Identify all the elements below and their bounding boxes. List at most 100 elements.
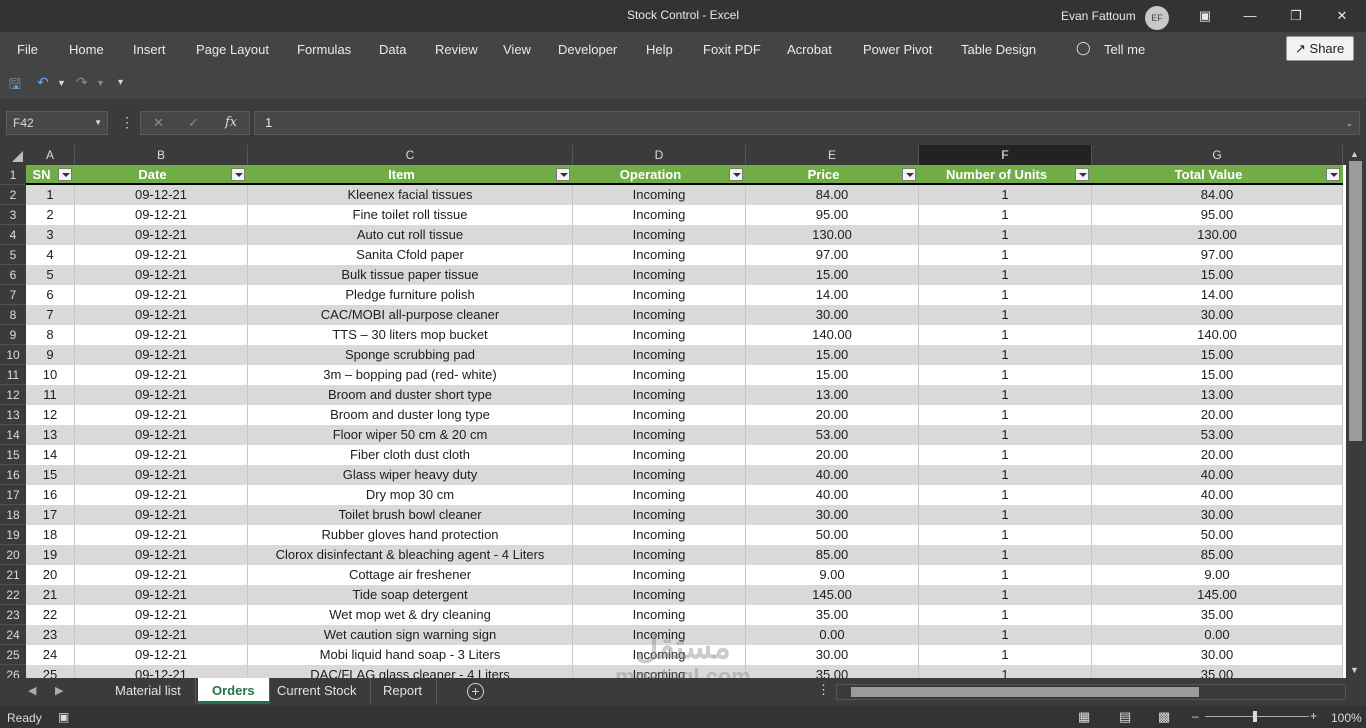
table-cell[interactable]: 09-12-21	[75, 305, 248, 325]
table-cell[interactable]: 4	[26, 245, 75, 265]
table-cell[interactable]: 1	[919, 305, 1092, 325]
table-cell[interactable]: 20.00	[746, 445, 919, 465]
table-cell[interactable]: 9.00	[746, 565, 919, 585]
chevron-down-icon[interactable]: ▼	[94, 112, 102, 134]
table-cell[interactable]: 1	[919, 345, 1092, 365]
table-cell[interactable]: Sanita Cfold paper	[248, 245, 573, 265]
row-header[interactable]: 6	[0, 265, 26, 285]
table-cell[interactable]: 12	[26, 405, 75, 425]
table-cell[interactable]: 14	[26, 445, 75, 465]
table-cell[interactable]: 09-12-21	[75, 525, 248, 545]
table-cell[interactable]: 09-12-21	[75, 325, 248, 345]
table-cell[interactable]: 53.00	[1092, 425, 1343, 445]
share-button[interactable]: ↗ Share	[1286, 36, 1354, 61]
column-header-g[interactable]: G	[1092, 145, 1343, 165]
table-cell[interactable]: 0.00	[1092, 625, 1343, 645]
filter-dropdown-icon[interactable]	[231, 168, 245, 181]
table-cell[interactable]: 09-12-21	[75, 505, 248, 525]
table-cell[interactable]: 15.00	[1092, 265, 1343, 285]
add-sheet-button[interactable]: +	[467, 683, 484, 700]
table-cell[interactable]: 1	[919, 265, 1092, 285]
table-cell[interactable]: 1	[919, 485, 1092, 505]
table-cell[interactable]: Incoming	[573, 265, 746, 285]
table-cell[interactable]: 145.00	[1092, 585, 1343, 605]
table-cell[interactable]: 53.00	[746, 425, 919, 445]
row-header[interactable]: 23	[0, 605, 26, 625]
table-cell[interactable]: Bulk tissue paper tissue	[248, 265, 573, 285]
row-header[interactable]: 17	[0, 485, 26, 505]
table-cell[interactable]: 09-12-21	[75, 665, 248, 678]
table-cell[interactable]: Incoming	[573, 525, 746, 545]
avatar[interactable]: EF	[1145, 6, 1169, 30]
enter-icon[interactable]: ✓	[188, 115, 199, 131]
table-cell[interactable]: 0.00	[746, 625, 919, 645]
normal-view-icon[interactable]: ▦	[1078, 709, 1090, 725]
table-cell[interactable]: 09-12-21	[75, 645, 248, 665]
formula-input[interactable]: 1 ⌄	[254, 111, 1360, 135]
row-header[interactable]: 16	[0, 465, 26, 485]
row-header[interactable]: 26	[0, 665, 26, 678]
table-header-cell[interactable]: Operation	[573, 165, 728, 184]
table-cell[interactable]: 6	[26, 285, 75, 305]
table-cell[interactable]: 09-12-21	[75, 545, 248, 565]
table-cell[interactable]: 09-12-21	[75, 285, 248, 305]
table-cell[interactable]: 1	[919, 545, 1092, 565]
table-cell[interactable]: 97.00	[746, 245, 919, 265]
scroll-thumb[interactable]	[1349, 161, 1362, 441]
sheet-tab-current-stock[interactable]: Current Stock	[263, 678, 372, 704]
table-header-cell[interactable]: SN	[26, 165, 57, 184]
table-cell[interactable]: Incoming	[573, 365, 746, 385]
filter-dropdown-icon[interactable]	[902, 168, 916, 181]
row-header[interactable]: 7	[0, 285, 26, 305]
table-cell[interactable]: 16	[26, 485, 75, 505]
table-cell[interactable]: Incoming	[573, 305, 746, 325]
cancel-icon[interactable]: ✕	[153, 115, 164, 131]
table-cell[interactable]: 40.00	[746, 485, 919, 505]
more-options-icon[interactable]: ⋮	[120, 114, 134, 131]
column-header-c[interactable]: C	[248, 145, 573, 165]
table-cell[interactable]: Clorox disinfectant & bleaching agent - …	[248, 545, 573, 565]
table-cell[interactable]: 20	[26, 565, 75, 585]
table-cell[interactable]: Glass wiper heavy duty	[248, 465, 573, 485]
table-cell[interactable]: 2	[26, 205, 75, 225]
table-cell[interactable]: Broom and duster short type	[248, 385, 573, 405]
zoom-out-icon[interactable]: –	[1192, 709, 1199, 723]
row-header[interactable]: 2	[0, 185, 26, 205]
row-header[interactable]: 12	[0, 385, 26, 405]
table-cell[interactable]: 15.00	[746, 365, 919, 385]
ribbon-tab-insert[interactable]: Insert	[133, 42, 166, 57]
table-cell[interactable]: Incoming	[573, 185, 746, 205]
table-cell[interactable]: 1	[919, 525, 1092, 545]
sheet-tab-orders[interactable]: Orders	[198, 678, 270, 704]
table-cell[interactable]: Incoming	[573, 345, 746, 365]
table-cell[interactable]: Broom and duster long type	[248, 405, 573, 425]
row-header[interactable]: 1	[0, 165, 26, 185]
row-header[interactable]: 24	[0, 625, 26, 645]
table-cell[interactable]: 1	[919, 445, 1092, 465]
table-cell[interactable]: Incoming	[573, 585, 746, 605]
table-cell[interactable]: 40.00	[1092, 485, 1343, 505]
table-cell[interactable]: Dry mop 30 cm	[248, 485, 573, 505]
restore-icon[interactable]: ❐	[1281, 4, 1311, 28]
row-header[interactable]: 22	[0, 585, 26, 605]
undo-dropdown-icon[interactable]: ▼	[57, 78, 66, 88]
table-cell[interactable]: 130.00	[746, 225, 919, 245]
column-header-e[interactable]: E	[746, 145, 919, 165]
ribbon-tab-page-layout[interactable]: Page Layout	[196, 42, 269, 57]
table-cell[interactable]: Incoming	[573, 485, 746, 505]
table-cell[interactable]: 97.00	[1092, 245, 1343, 265]
table-cell[interactable]: 11	[26, 385, 75, 405]
sheet-tab-material-list[interactable]: Material list	[101, 678, 196, 704]
table-cell[interactable]: 25	[26, 665, 75, 678]
hscroll-thumb[interactable]	[851, 687, 1199, 697]
filter-dropdown-icon[interactable]	[58, 168, 72, 181]
column-header-f[interactable]: F	[919, 145, 1092, 165]
table-cell[interactable]: 09-12-21	[75, 605, 248, 625]
table-cell[interactable]: 5	[26, 265, 75, 285]
zoom-slider-knob[interactable]	[1253, 711, 1257, 722]
table-cell[interactable]: Incoming	[573, 565, 746, 585]
row-header[interactable]: 15	[0, 445, 26, 465]
ribbon-tab-review[interactable]: Review	[435, 42, 478, 57]
macro-record-icon[interactable]: ▣	[58, 710, 69, 724]
table-cell[interactable]: Incoming	[573, 425, 746, 445]
